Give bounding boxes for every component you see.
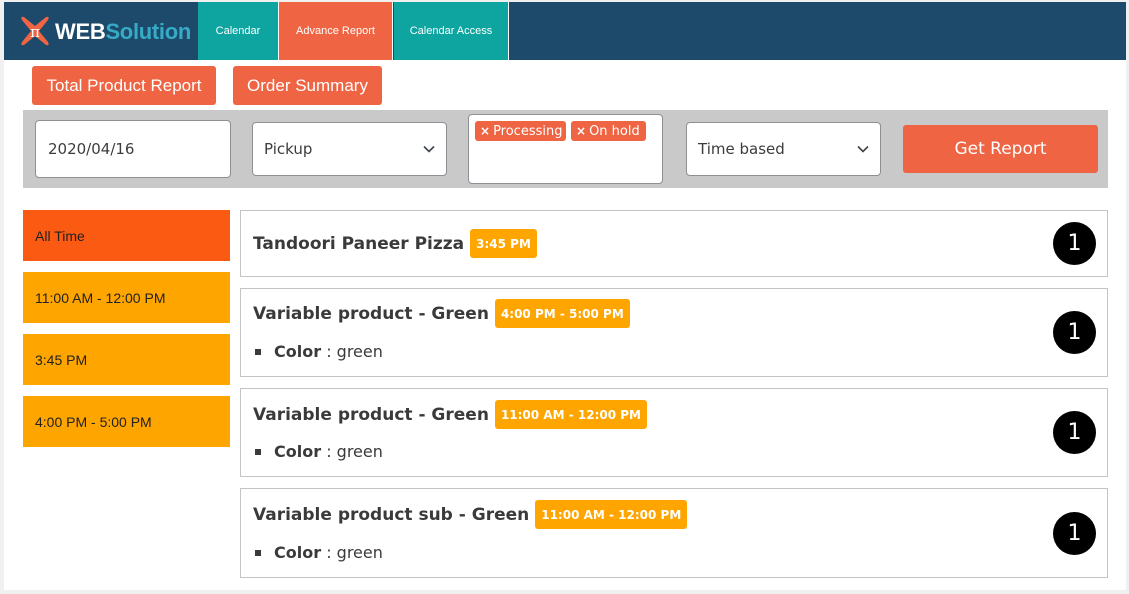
product-name: Variable product sub - Green [253, 504, 530, 525]
brand-name: WEBSolution [55, 19, 192, 44]
delivery-type-value: Pickup [264, 140, 313, 158]
tab-advance-report[interactable]: Advance Report [279, 2, 393, 60]
attribute-separator: : [321, 442, 337, 461]
time-badge: 3:45 PM [470, 229, 537, 258]
product-attribute: Color : green [255, 543, 383, 562]
attribute-separator: : [321, 543, 337, 562]
time-slot-345pm[interactable]: 3:45 PM [23, 334, 230, 385]
tab-calendar-access[interactable]: Calendar Access [394, 2, 509, 60]
product-card: Tandoori Paneer Pizza 3:45 PM 1 [240, 210, 1108, 277]
delivery-type-select[interactable]: Pickup [252, 122, 447, 176]
attribute-value: green [336, 342, 383, 361]
report-type-select[interactable]: Time based [686, 122, 881, 176]
time-slot-4pm-5pm[interactable]: 4:00 PM - 5:00 PM [23, 396, 230, 447]
product-card: Variable product - Green 11:00 AM - 12:0… [240, 388, 1108, 477]
product-card: Variable product sub - Green 11:00 AM - … [240, 488, 1108, 578]
bullet-icon [255, 348, 261, 355]
product-title: Tandoori Paneer Pizza 3:45 PM [253, 229, 537, 258]
status-tag-label: On hold [589, 123, 640, 139]
order-status-multiselect[interactable]: × Processing × On hold [468, 114, 663, 184]
time-badge: 11:00 AM - 12:00 PM [494, 400, 647, 429]
date-input[interactable]: 2020/04/16 [35, 120, 231, 178]
attribute-value: green [336, 543, 383, 562]
product-card: Variable product - Green 4:00 PM - 5:00 … [240, 288, 1108, 377]
quantity-badge: 1 [1053, 512, 1096, 555]
bullet-icon [255, 448, 261, 455]
attribute-name: Color [274, 342, 322, 361]
status-tag-on-hold: × On hold [571, 121, 646, 141]
attribute-name: Color [274, 442, 322, 461]
time-badge: 11:00 AM - 12:00 PM [535, 500, 688, 529]
total-product-report-button[interactable]: Total Product Report [32, 66, 216, 105]
chevron-down-icon [857, 145, 869, 153]
attribute-separator: : [321, 342, 337, 361]
product-attribute: Color : green [255, 442, 383, 461]
product-name: Variable product - Green [253, 303, 489, 324]
report-type-value: Time based [698, 140, 785, 158]
brand-logo[interactable]: π WEBSolution [4, 2, 198, 60]
tab-calendar[interactable]: Calendar [198, 2, 279, 60]
attribute-value: green [336, 442, 383, 461]
remove-tag-icon[interactable]: × [576, 124, 586, 138]
remove-tag-icon[interactable]: × [480, 124, 490, 138]
product-name: Tandoori Paneer Pizza [253, 233, 465, 254]
time-slot-11am-12pm[interactable]: 11:00 AM - 12:00 PM [23, 272, 230, 323]
product-title: Variable product - Green 11:00 AM - 12:0… [253, 400, 647, 429]
time-badge: 4:00 PM - 5:00 PM [494, 299, 630, 328]
time-slot-all-time[interactable]: All Time [23, 210, 230, 261]
status-tag-processing: × Processing [475, 121, 566, 141]
quantity-badge: 1 [1053, 411, 1096, 454]
status-tag-label: Processing [493, 123, 563, 139]
chevron-down-icon [423, 145, 435, 153]
get-report-button[interactable]: Get Report [903, 125, 1098, 173]
quantity-badge: 1 [1053, 222, 1096, 265]
attribute-name: Color [274, 543, 322, 562]
product-title: Variable product sub - Green 11:00 AM - … [253, 500, 688, 529]
quantity-badge: 1 [1053, 311, 1096, 354]
product-attribute: Color : green [255, 342, 383, 361]
svg-text:π: π [30, 23, 40, 41]
bullet-icon [255, 549, 261, 556]
product-title: Variable product - Green 4:00 PM - 5:00 … [253, 299, 630, 328]
order-summary-button[interactable]: Order Summary [233, 66, 382, 105]
product-name: Variable product - Green [253, 404, 489, 425]
logo-mark-icon: π [21, 16, 49, 46]
